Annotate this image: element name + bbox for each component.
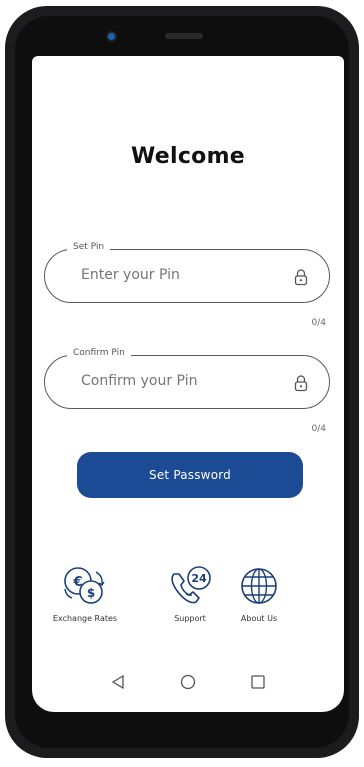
about-us-shortcut[interactable]: About Us [214,564,304,623]
svg-text:24: 24 [191,572,207,585]
currency-exchange-icon: € $ [64,567,105,604]
confirm-pin-counter: 0/4 [311,424,326,434]
svg-text:€: € [72,575,82,590]
shortcut-label: Exchange Rates [52,614,118,623]
set-pin-input[interactable] [81,267,281,283]
app-screen: Welcome Set Pin 0/4 Confirm Pin 0/4 Set … [32,56,344,712]
set-pin-counter: 0/4 [311,318,326,328]
set-pin-field[interactable]: Set Pin [44,242,330,303]
home-icon[interactable] [180,674,196,694]
camera-icon [108,33,115,40]
confirm-pin-label: Confirm Pin [67,348,131,358]
back-icon[interactable] [110,674,126,694]
globe-icon [241,568,277,604]
confirm-pin-input[interactable] [81,373,281,389]
page-title: Welcome [130,144,246,169]
recents-icon[interactable] [250,674,266,694]
set-password-button[interactable]: Set Password [77,452,303,498]
exchange-rates-shortcut[interactable]: € $ Exchange Rates [40,564,130,623]
confirm-pin-field[interactable]: Confirm Pin [44,348,330,409]
set-pin-label: Set Pin [67,242,111,252]
shortcut-label: About Us [240,614,278,623]
support-24-phone-icon: 24 [171,566,211,604]
speaker-grille [165,33,203,39]
lock-icon [293,374,309,392]
system-nav-bar [32,656,344,712]
svg-text:$: $ [87,586,95,600]
lock-icon [293,268,309,286]
